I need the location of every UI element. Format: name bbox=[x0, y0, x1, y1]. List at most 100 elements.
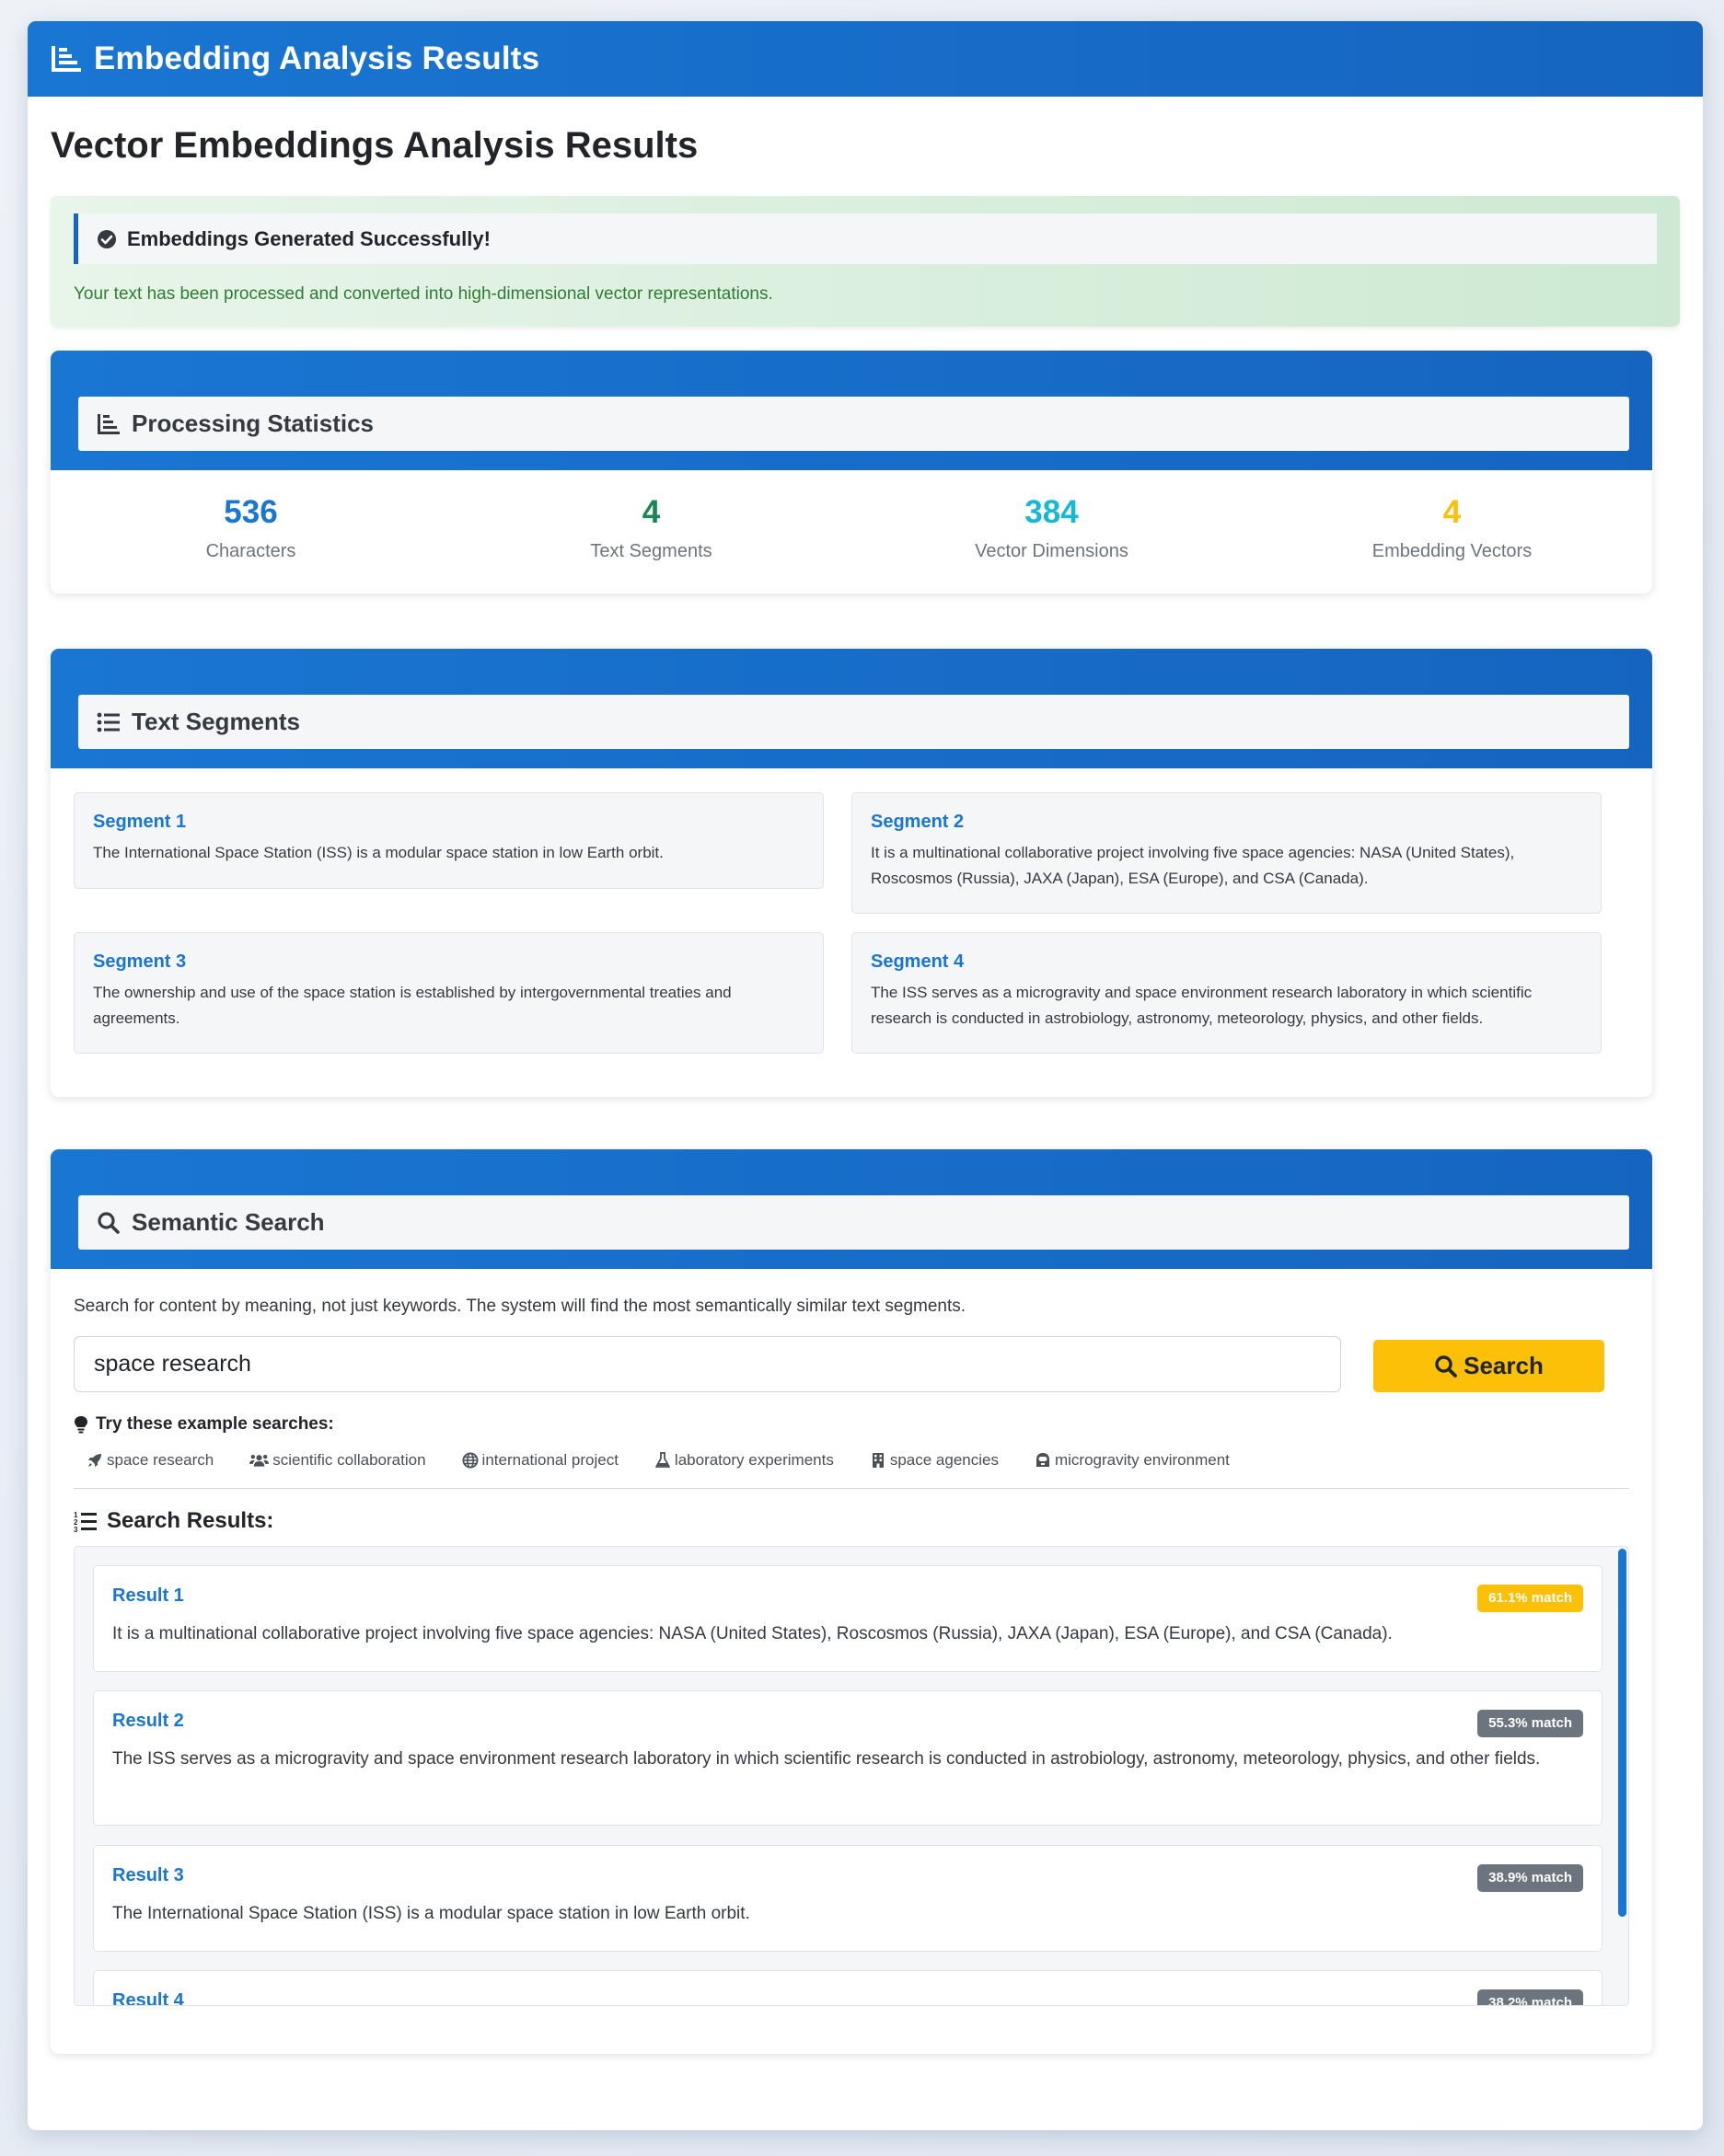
stat-text-segments: 4 Text Segments bbox=[451, 470, 851, 594]
segment-title: Segment 4 bbox=[871, 951, 965, 972]
result-title: Result 2 bbox=[112, 1711, 184, 1731]
result-title: Result 1 bbox=[112, 1585, 184, 1606]
segment-card: Segment 3 The ownership and use of the s… bbox=[74, 932, 824, 1054]
search-button-label: Search bbox=[1464, 1352, 1544, 1379]
search-card: Semantic Search Search for content by me… bbox=[51, 1149, 1652, 2054]
example-search-label: space research bbox=[107, 1451, 214, 1469]
example-search-space-research[interactable]: space research bbox=[87, 1449, 214, 1471]
globe-icon bbox=[462, 1452, 479, 1469]
search-result[interactable]: Result 4 38.2% match bbox=[93, 1970, 1603, 2006]
segment-text: The International Space Station (ISS) is… bbox=[93, 844, 664, 861]
segments-card: Text Segments Segment 1 The Internationa… bbox=[51, 649, 1652, 1097]
app-window: Embedding Analysis Results Vector Embedd… bbox=[28, 21, 1703, 2130]
flask-icon bbox=[655, 1452, 670, 1468]
result-text: The ISS serves as a microgravity and spa… bbox=[112, 1749, 1541, 1769]
check-circle-icon bbox=[98, 229, 116, 248]
segment-card: Segment 2 It is a multinational collabor… bbox=[851, 792, 1602, 914]
svg-text:3: 3 bbox=[74, 1526, 78, 1532]
example-search-laboratory-experiments[interactable]: laboratory experiments bbox=[654, 1449, 834, 1471]
search-icon bbox=[98, 1211, 120, 1234]
search-row: Search bbox=[74, 1336, 1629, 1393]
stat-value: 4 bbox=[642, 494, 661, 530]
chart-bar-icon bbox=[52, 46, 81, 72]
search-description: Search for content by meaning, not just … bbox=[74, 1297, 966, 1316]
segments-card-title: Text Segments bbox=[132, 708, 301, 735]
examples-title-text: Try these example searches: bbox=[96, 1414, 334, 1434]
match-badge: 38.9% match bbox=[1477, 1864, 1583, 1892]
result-title: Result 3 bbox=[112, 1865, 184, 1885]
example-searches: space research scientific collaboration bbox=[74, 1449, 1629, 1471]
result-title: Result 4 bbox=[112, 1990, 184, 2006]
example-search-label: space agencies bbox=[889, 1451, 999, 1469]
stat-label: Embedding Vectors bbox=[1371, 541, 1533, 561]
example-search-microgravity-environment[interactable]: microgravity environment bbox=[1035, 1449, 1230, 1471]
segment-card: Segment 1 The International Space Statio… bbox=[74, 792, 824, 889]
results-title: 1 2 3 Search Results: bbox=[74, 1508, 1629, 1534]
page-title: Vector Embeddings Analysis Results bbox=[51, 125, 699, 166]
stats-row: 536 Characters 4 Text Segments 384 Vecto… bbox=[51, 470, 1652, 594]
result-text: The International Space Station (ISS) is… bbox=[112, 1904, 750, 1923]
search-body: Search for content by meaning, not just … bbox=[51, 1269, 1652, 2006]
search-card-title-bar: Semantic Search bbox=[78, 1195, 1629, 1250]
building-icon bbox=[872, 1453, 884, 1468]
stats-card: Processing Statistics 536 Characters 4 T… bbox=[51, 351, 1652, 594]
list-ol-icon: 1 2 3 bbox=[74, 1511, 97, 1532]
search-input[interactable] bbox=[74, 1336, 1341, 1392]
result-text: It is a multinational collaborative proj… bbox=[112, 1624, 1393, 1643]
divider bbox=[74, 1488, 1629, 1489]
lightbulb-icon bbox=[75, 1416, 87, 1434]
stat-label: Text Segments bbox=[590, 541, 712, 561]
example-search-label: laboratory experiments bbox=[674, 1451, 834, 1469]
search-results-list[interactable]: Result 1 It is a multinational collabora… bbox=[74, 1546, 1629, 2006]
stat-vector-dimensions: 384 Vector Dimensions bbox=[851, 470, 1252, 594]
match-badge: 55.3% match bbox=[1477, 1710, 1583, 1737]
segment-title: Segment 3 bbox=[93, 951, 187, 972]
segment-title: Segment 2 bbox=[871, 812, 965, 832]
stat-label: Vector Dimensions bbox=[975, 541, 1128, 561]
search-card-header: Semantic Search bbox=[51, 1149, 1652, 1269]
examples-title: Try these example searches: bbox=[74, 1414, 1629, 1435]
navbar: Embedding Analysis Results bbox=[28, 21, 1703, 97]
search-button[interactable]: Search bbox=[1373, 1340, 1604, 1392]
segments-card-header: Text Segments bbox=[51, 649, 1652, 768]
results-scrollbar[interactable] bbox=[1618, 1549, 1626, 1917]
alert-heading-text: Embeddings Generated Successfully! bbox=[127, 226, 491, 250]
segment-text: The ownership and use of the space stati… bbox=[93, 984, 732, 1027]
results-title-text: Search Results: bbox=[107, 1508, 274, 1533]
example-search-scientific-collaboration[interactable]: scientific collaboration bbox=[249, 1449, 426, 1471]
segments-grid: Segment 1 The International Space Statio… bbox=[51, 768, 1652, 1097]
segments-card-title-bar: Text Segments bbox=[78, 695, 1629, 749]
astronaut-icon bbox=[1036, 1453, 1049, 1467]
stats-card-title-bar: Processing Statistics bbox=[78, 397, 1629, 451]
segment-title: Segment 1 bbox=[93, 812, 187, 832]
search-icon bbox=[1435, 1355, 1458, 1378]
chart-bar-icon bbox=[98, 413, 120, 434]
stat-value: 536 bbox=[224, 494, 278, 530]
search-result[interactable]: Result 3 The International Space Station… bbox=[93, 1845, 1603, 1952]
rocket-icon bbox=[88, 1454, 101, 1467]
segment-text: The ISS serves as a microgravity and spa… bbox=[871, 984, 1533, 1027]
segment-card: Segment 4 The ISS serves as a microgravi… bbox=[851, 932, 1602, 1054]
stats-card-title: Processing Statistics bbox=[132, 409, 374, 437]
example-search-label: microgravity environment bbox=[1054, 1451, 1230, 1469]
success-alert: Embeddings Generated Successfully! Your … bbox=[51, 196, 1680, 327]
segment-text: It is a multinational collaborative proj… bbox=[871, 844, 1515, 887]
stat-value: 4 bbox=[1442, 494, 1462, 530]
users-icon bbox=[249, 1454, 270, 1467]
match-badge: 38.2% match bbox=[1477, 1989, 1583, 2005]
search-result[interactable]: Result 2 The ISS serves as a microgravit… bbox=[93, 1690, 1603, 1826]
example-search-label: international project bbox=[481, 1451, 619, 1469]
list-icon bbox=[97, 712, 120, 732]
example-search-international-project[interactable]: international project bbox=[462, 1449, 619, 1471]
stats-card-header: Processing Statistics bbox=[51, 351, 1652, 470]
match-badge: 61.1% match bbox=[1477, 1585, 1583, 1612]
stat-value: 384 bbox=[1024, 494, 1079, 530]
alert-text: Your text has been processed and convert… bbox=[74, 284, 773, 304]
example-search-label: scientific collaboration bbox=[272, 1451, 426, 1469]
stat-label: Characters bbox=[205, 541, 296, 561]
search-result[interactable]: Result 1 It is a multinational collabora… bbox=[93, 1565, 1603, 1672]
example-search-space-agencies[interactable]: space agencies bbox=[870, 1449, 999, 1471]
navbar-brand[interactable]: Embedding Analysis Results bbox=[94, 40, 539, 77]
stat-characters: 536 Characters bbox=[51, 470, 451, 594]
stat-embedding-vectors: 4 Embedding Vectors bbox=[1252, 470, 1652, 594]
